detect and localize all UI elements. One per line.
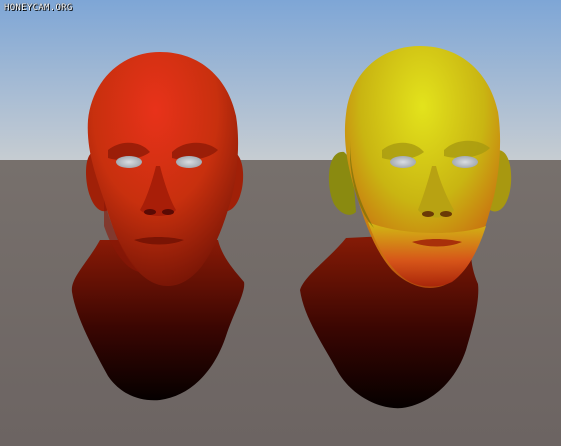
scene-render [0, 0, 561, 446]
head-yellow-eye-left [390, 156, 416, 168]
watermark-text: HONEYCAM.ORG [4, 3, 73, 13]
head-red-eye-right [176, 156, 202, 168]
head-yellow-eye-right [452, 156, 478, 168]
head-red-eye-left [116, 156, 142, 168]
unity-game-view[interactable]: HONEYCAM.ORG [0, 0, 561, 446]
